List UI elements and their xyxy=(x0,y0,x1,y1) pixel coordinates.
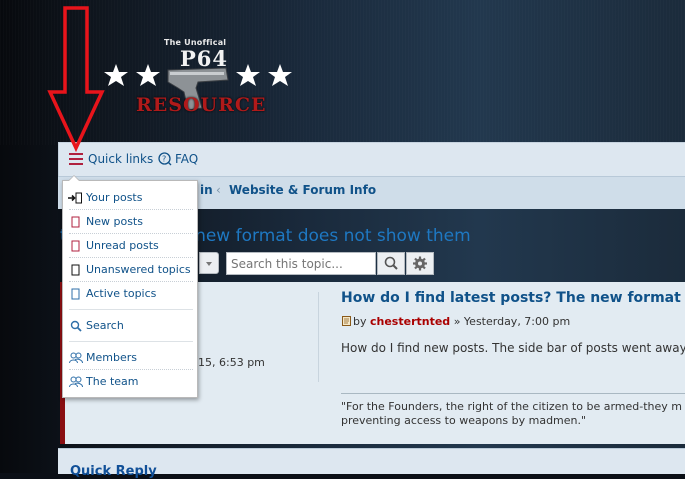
menu-separator xyxy=(69,281,193,282)
dropdown-caret-inner xyxy=(69,176,79,181)
breadcrumb-forum[interactable]: Website & Forum Info xyxy=(229,183,376,197)
menu-separator xyxy=(69,257,193,258)
hamburger-icon[interactable] xyxy=(69,153,83,165)
post-time: » Yesterday, 7:00 pm xyxy=(453,315,571,328)
menu-item-label: Active topics xyxy=(86,287,157,300)
site-logo[interactable]: The Unoffical P64 RESOURCE xyxy=(98,36,298,120)
signature-line: "For the Founders, the right of the citi… xyxy=(341,400,682,413)
arrow-document-icon xyxy=(68,192,82,204)
menu-item-unanswered-topics[interactable]: Unanswered topics xyxy=(63,259,197,281)
post-author-line: by chestertnted » Yesterday, 7:00 pm xyxy=(353,315,570,328)
menu-item-active-topics[interactable]: Active topics xyxy=(63,283,197,305)
breadcrumb-separator: ‹ xyxy=(216,183,221,197)
search-topic-input[interactable] xyxy=(226,252,376,275)
document-blue-icon xyxy=(71,288,80,300)
quick-reply-heading: Quick Reply xyxy=(70,464,157,479)
menu-item-label: Unanswered topics xyxy=(86,263,191,276)
search-icon xyxy=(70,320,82,332)
menu-item-label: The team xyxy=(86,375,139,388)
post-divider xyxy=(318,292,319,382)
signature-line: preventing access to weapons by madmen." xyxy=(341,414,587,427)
topic-tools-dropdown[interactable] xyxy=(199,252,219,274)
menu-item-new-posts[interactable]: New posts xyxy=(63,211,197,233)
advanced-search-button[interactable] xyxy=(406,252,434,275)
faq-link[interactable]: FAQ xyxy=(175,152,198,166)
members-icon xyxy=(69,352,83,364)
menu-item-label: New posts xyxy=(86,215,143,228)
menu-item-label: Your posts xyxy=(86,191,143,204)
gear-icon xyxy=(413,256,427,271)
post-document-icon[interactable] xyxy=(342,316,351,326)
menu-item-label: Members xyxy=(86,351,137,364)
joined-date: 15, 6:53 pm xyxy=(198,356,265,369)
document-red-icon xyxy=(71,216,80,228)
menu-item-search[interactable]: Search xyxy=(63,315,197,337)
menu-separator xyxy=(69,341,193,342)
menu-separator xyxy=(69,369,193,370)
menu-item-label: Unread posts xyxy=(86,239,159,252)
document-red-icon xyxy=(71,240,80,252)
post-body: How do I find new posts. The side bar of… xyxy=(341,341,685,355)
help-icon[interactable]: ? xyxy=(158,152,172,166)
red-arrow-annotation xyxy=(47,6,105,152)
menu-separator xyxy=(69,209,193,210)
logo-name: P64 xyxy=(180,46,229,71)
svg-text:?: ? xyxy=(162,155,166,164)
menu-separator xyxy=(69,233,193,234)
menu-item-the-team[interactable]: The team xyxy=(63,371,197,393)
post-title[interactable]: How do I find latest posts? The new form… xyxy=(341,290,681,306)
menu-separator xyxy=(69,309,193,310)
chevron-down-icon xyxy=(206,262,212,266)
menu-item-members[interactable]: Members xyxy=(63,347,197,369)
menu-item-label: Search xyxy=(86,319,124,332)
menu-item-unread-posts[interactable]: Unread posts xyxy=(63,235,197,257)
search-icon xyxy=(384,256,398,270)
logo-word: RESOURCE xyxy=(136,94,267,116)
post-author[interactable]: chestertnted xyxy=(370,315,450,328)
by-label: by xyxy=(353,315,367,328)
signature-divider xyxy=(341,393,685,394)
team-icon xyxy=(69,376,83,388)
quick-links-button[interactable]: Quick links xyxy=(88,152,153,166)
menu-item-your-posts[interactable]: Your posts xyxy=(63,187,197,209)
document-black-icon xyxy=(71,264,80,276)
search-button[interactable] xyxy=(377,252,405,275)
breadcrumb-partial[interactable]: in xyxy=(200,183,213,197)
quick-links-menu: Your posts New posts Unread posts Unansw… xyxy=(62,180,198,398)
signature: "For the Founders, the right of the citi… xyxy=(341,400,682,428)
